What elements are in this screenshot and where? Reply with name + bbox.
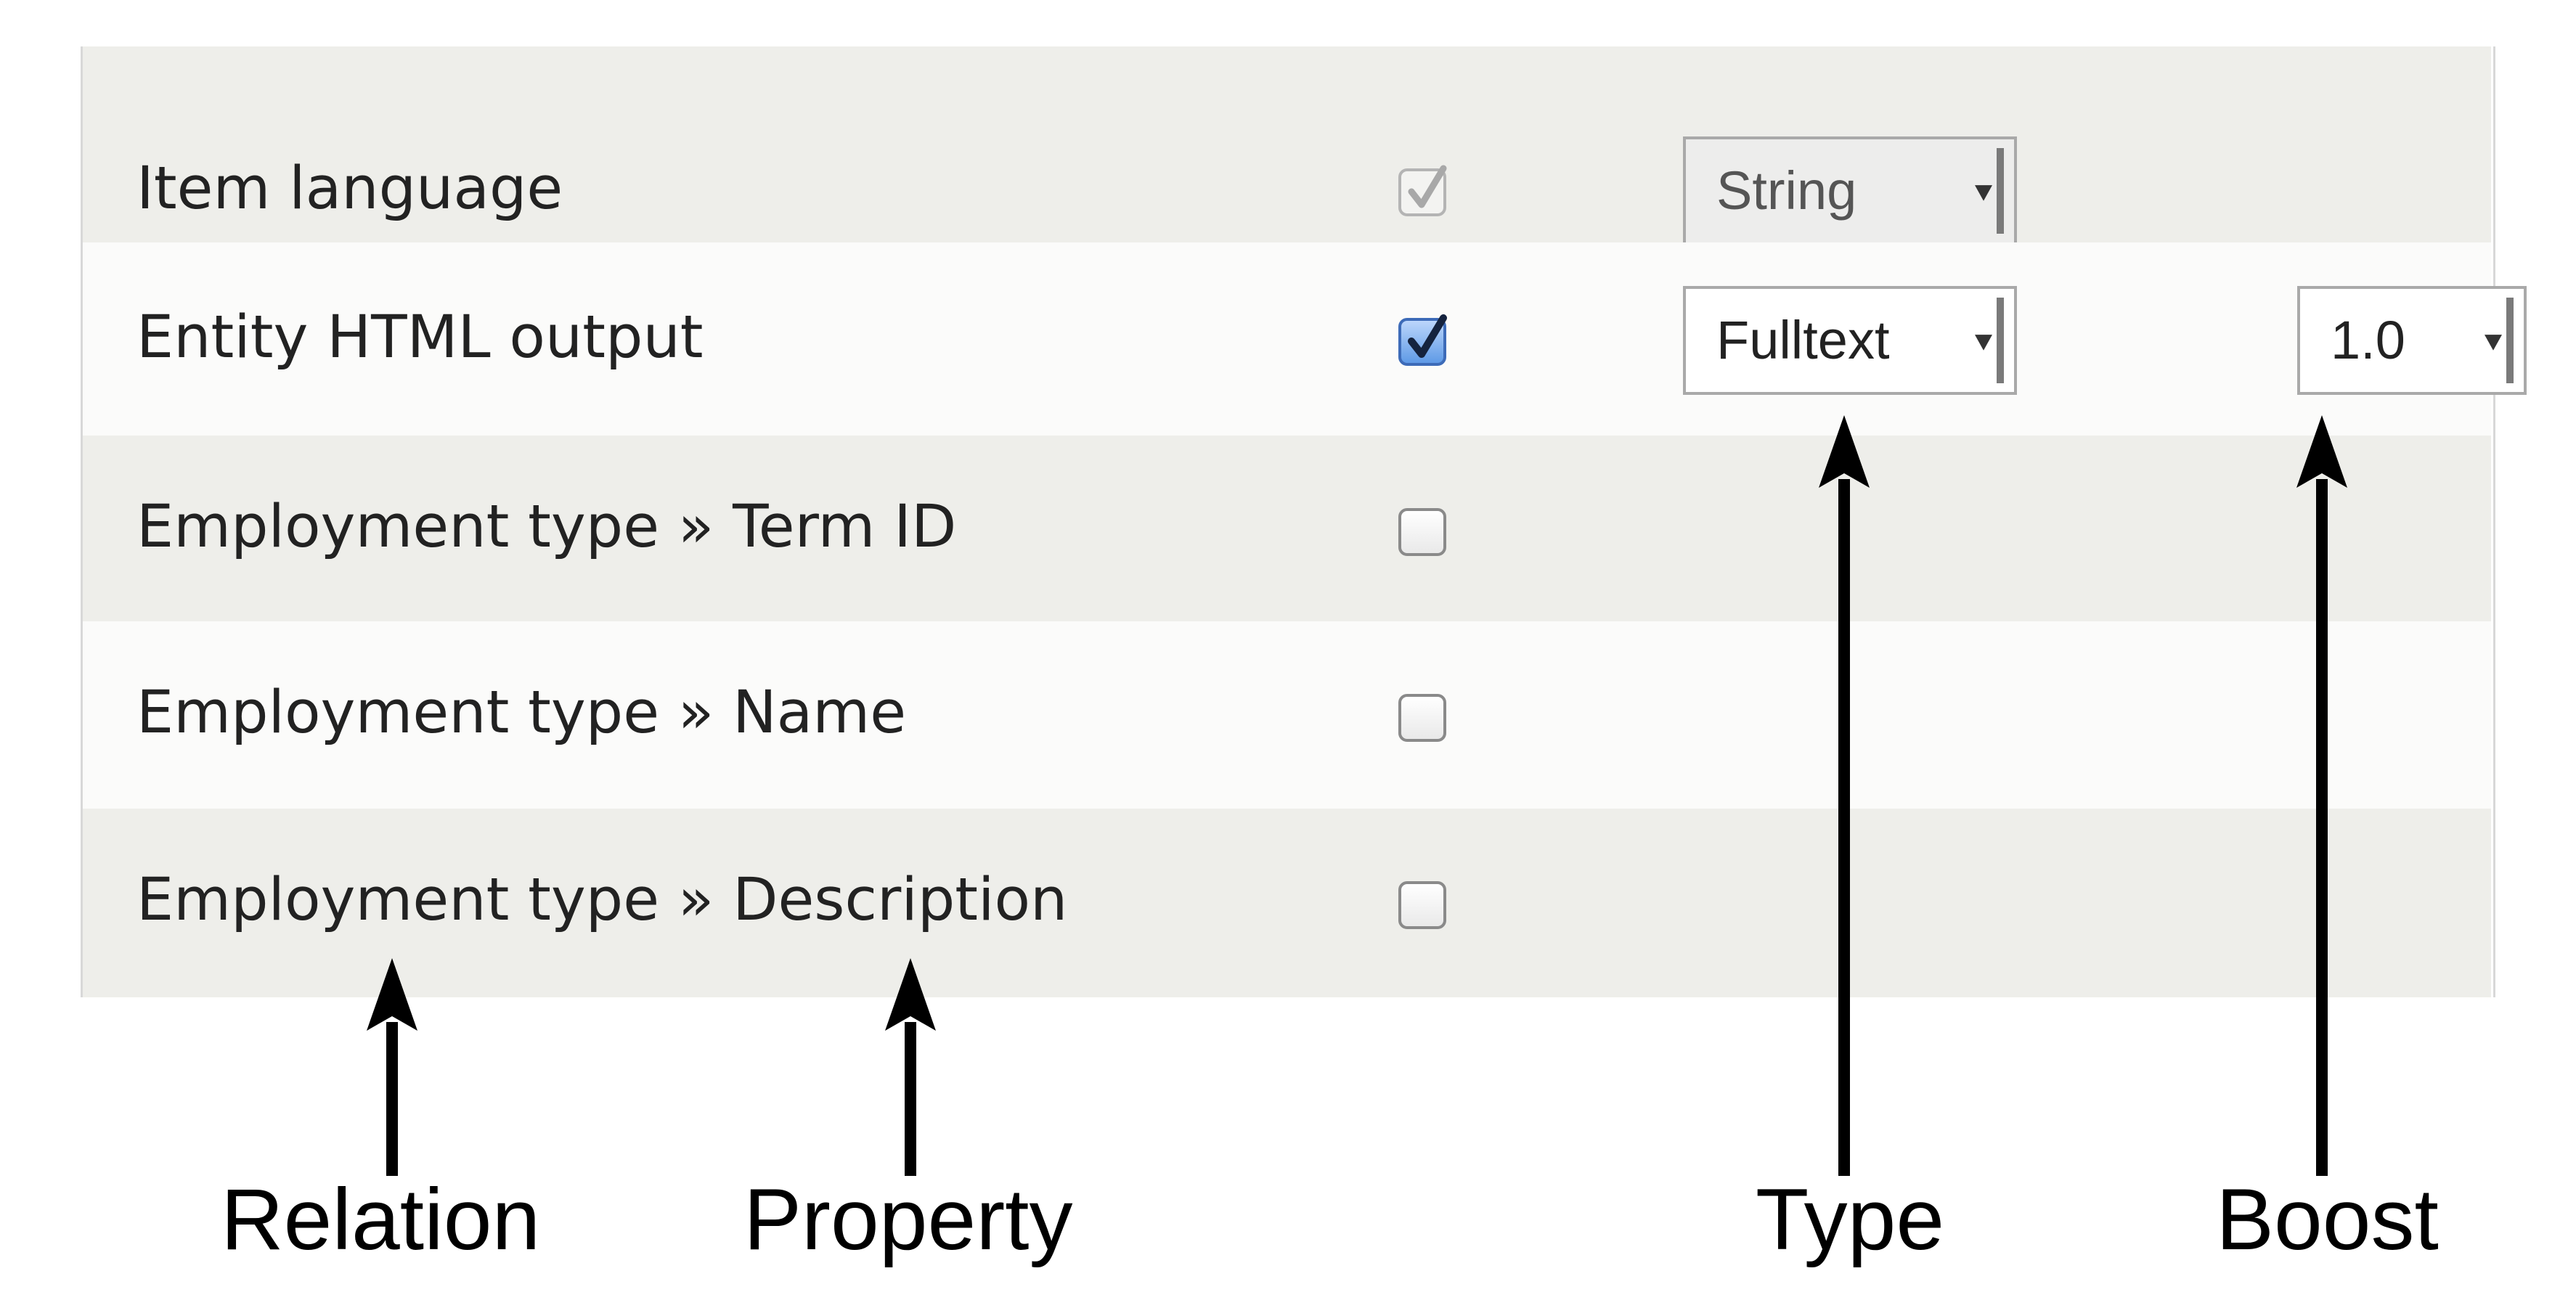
arrow-up-icon bbox=[885, 958, 936, 1176]
screenshot-canvas: Item language String Entity HTML output bbox=[0, 0, 2576, 1308]
annotation-arrows bbox=[367, 415, 2347, 1176]
arrow-up-icon bbox=[1819, 415, 1870, 1176]
relation-annotation: Relation bbox=[221, 1171, 541, 1268]
arrow-up-icon bbox=[367, 958, 417, 1176]
type-annotation: Type bbox=[1756, 1171, 1945, 1268]
property-annotation: Property bbox=[743, 1171, 1073, 1268]
boost-annotation: Boost bbox=[2216, 1171, 2439, 1268]
arrow-up-icon bbox=[2296, 415, 2347, 1176]
